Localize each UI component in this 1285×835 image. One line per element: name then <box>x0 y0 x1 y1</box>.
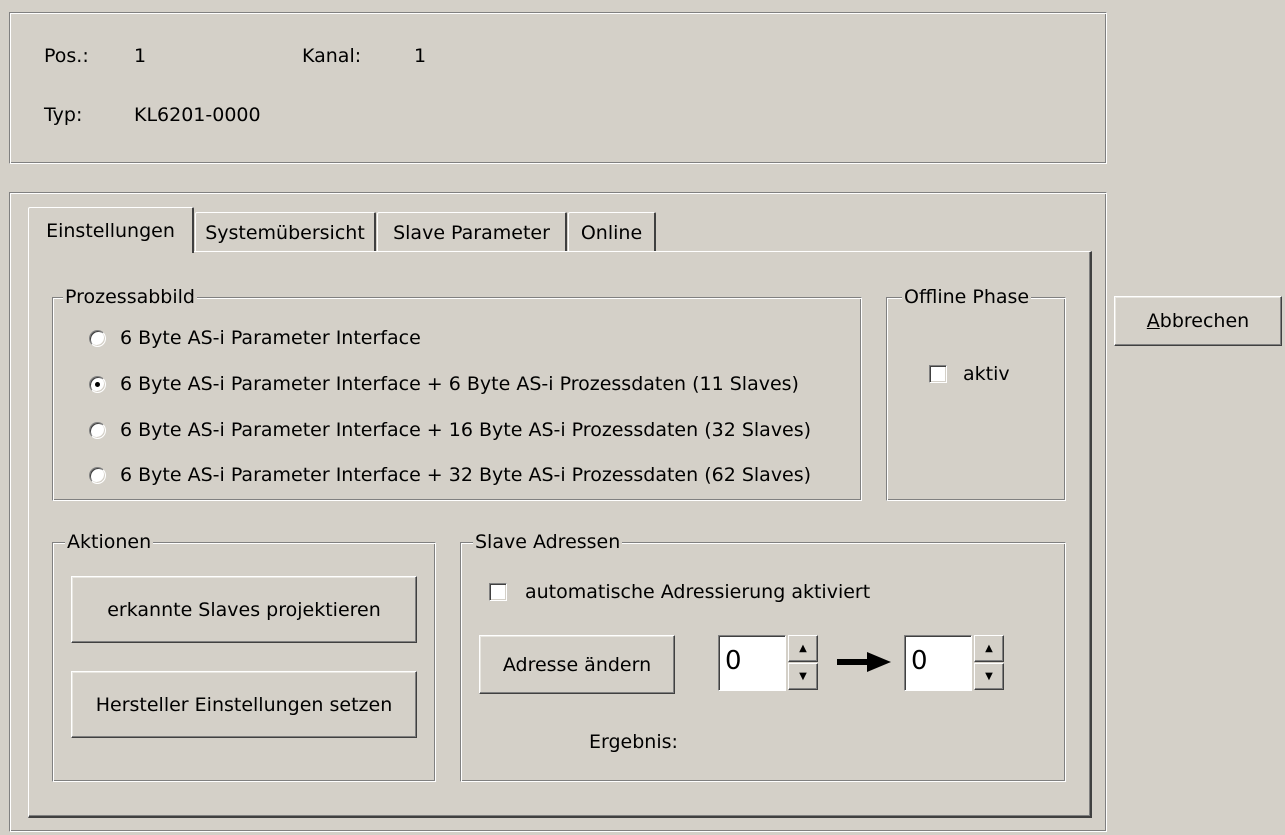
option-label: 6 Byte AS-i Parameter Interface <box>120 327 421 349</box>
tab-slave-parameter-label: Slave Parameter <box>393 221 550 244</box>
prozessabbild-group: Prozessabbild 6 Byte AS-i Parameter Inte… <box>52 284 862 501</box>
to-spin-up-icon[interactable]: ▲ <box>974 635 1004 662</box>
to-address-input[interactable]: 0 <box>904 635 972 691</box>
tab-einstellungen[interactable]: Einstellungen <box>28 207 194 253</box>
radio-button-selected[interactable] <box>89 375 106 393</box>
from-spin-up-icon[interactable]: ▲ <box>788 635 818 662</box>
slave-adressen-group: Slave Adressen automatische Adressierung… <box>460 529 1066 782</box>
kanal-value: 1 <box>414 45 427 67</box>
from-address-spinner[interactable]: ▲ ▼ <box>788 635 818 691</box>
typ-value: KL6201-0000 <box>134 104 261 126</box>
radio-button[interactable] <box>89 466 106 484</box>
from-address-input[interactable]: 0 <box>718 635 786 691</box>
typ-label: Typ: <box>44 104 83 126</box>
adresse-aendern-button[interactable]: Adresse ändern <box>479 635 675 694</box>
pos-label: Pos.: <box>44 45 89 67</box>
option-label: 6 Byte AS-i Parameter Interface + 32 Byt… <box>120 464 812 486</box>
button-label: Hersteller Einstellungen setzen <box>95 693 393 716</box>
aktionen-title: Aktionen <box>65 529 154 555</box>
tab-panel-einstellungen: Prozessabbild 6 Byte AS-i Parameter Inte… <box>28 251 1092 818</box>
to-address-spinner[interactable]: ▲ ▼ <box>974 635 1004 691</box>
offline-aktiv-label: aktiv <box>963 363 1010 385</box>
prozessabbild-option-4[interactable]: 6 Byte AS-i Parameter Interface + 32 Byt… <box>89 464 811 486</box>
offline-aktiv-checkbox[interactable] <box>929 365 947 383</box>
prozessabbild-option-2[interactable]: 6 Byte AS-i Parameter Interface + 6 Byte… <box>89 373 799 395</box>
kanal-label: Kanal: <box>302 45 362 67</box>
cancel-button[interactable]: Abbrechen <box>1114 296 1282 346</box>
option-label: 6 Byte AS-i Parameter Interface + 16 Byt… <box>120 419 812 441</box>
offline-aktiv-checkbox-row[interactable]: aktiv <box>929 363 1010 385</box>
info-panel: Pos.: 1 Kanal: 1 Typ: KL6201-0000 <box>9 12 1107 164</box>
offline-phase-title: Offline Phase <box>902 284 1032 310</box>
auto-adressierung-checkbox[interactable] <box>489 583 507 601</box>
radio-button[interactable] <box>89 329 106 347</box>
erkannte-slaves-projektieren-button[interactable]: erkannte Slaves projektieren <box>71 576 417 643</box>
tab-einstellungen-label: Einstellungen <box>46 219 175 242</box>
auto-adressierung-label: automatische Adressierung aktiviert <box>525 581 871 603</box>
arrow-right-icon <box>837 652 891 672</box>
from-spin-down-icon[interactable]: ▼ <box>788 663 818 690</box>
prozessabbild-option-1[interactable]: 6 Byte AS-i Parameter Interface <box>89 327 421 349</box>
auto-adressierung-row[interactable]: automatische Adressierung aktiviert <box>489 581 870 603</box>
aktionen-group: Aktionen erkannte Slaves projektieren He… <box>52 529 436 782</box>
hersteller-einstellungen-setzen-button[interactable]: Hersteller Einstellungen setzen <box>71 671 417 738</box>
radio-button[interactable] <box>89 421 106 439</box>
tab-online[interactable]: Online <box>568 212 656 252</box>
tab-systemuebersicht[interactable]: Systemübersicht <box>195 212 376 252</box>
to-spin-down-icon[interactable]: ▼ <box>974 663 1004 690</box>
button-label: erkannte Slaves projektieren <box>107 598 381 621</box>
pos-value: 1 <box>134 45 147 67</box>
prozessabbild-option-3[interactable]: 6 Byte AS-i Parameter Interface + 16 Byt… <box>89 419 811 441</box>
button-label: Adresse ändern <box>502 653 652 676</box>
ergebnis-label: Ergebnis: <box>589 731 678 753</box>
tab-online-label: Online <box>580 221 643 244</box>
cancel-accelerator: A <box>1146 310 1160 332</box>
tab-slave-parameter[interactable]: Slave Parameter <box>377 212 567 252</box>
slave-adressen-title: Slave Adressen <box>473 529 623 555</box>
option-label: 6 Byte AS-i Parameter Interface + 6 Byte… <box>120 373 799 395</box>
cancel-label: bbrechen <box>1159 310 1250 332</box>
prozessabbild-title: Prozessabbild <box>63 284 197 310</box>
offline-phase-group: Offline Phase aktiv <box>886 284 1066 501</box>
tab-systemuebersicht-label: Systemübersicht <box>205 221 365 244</box>
